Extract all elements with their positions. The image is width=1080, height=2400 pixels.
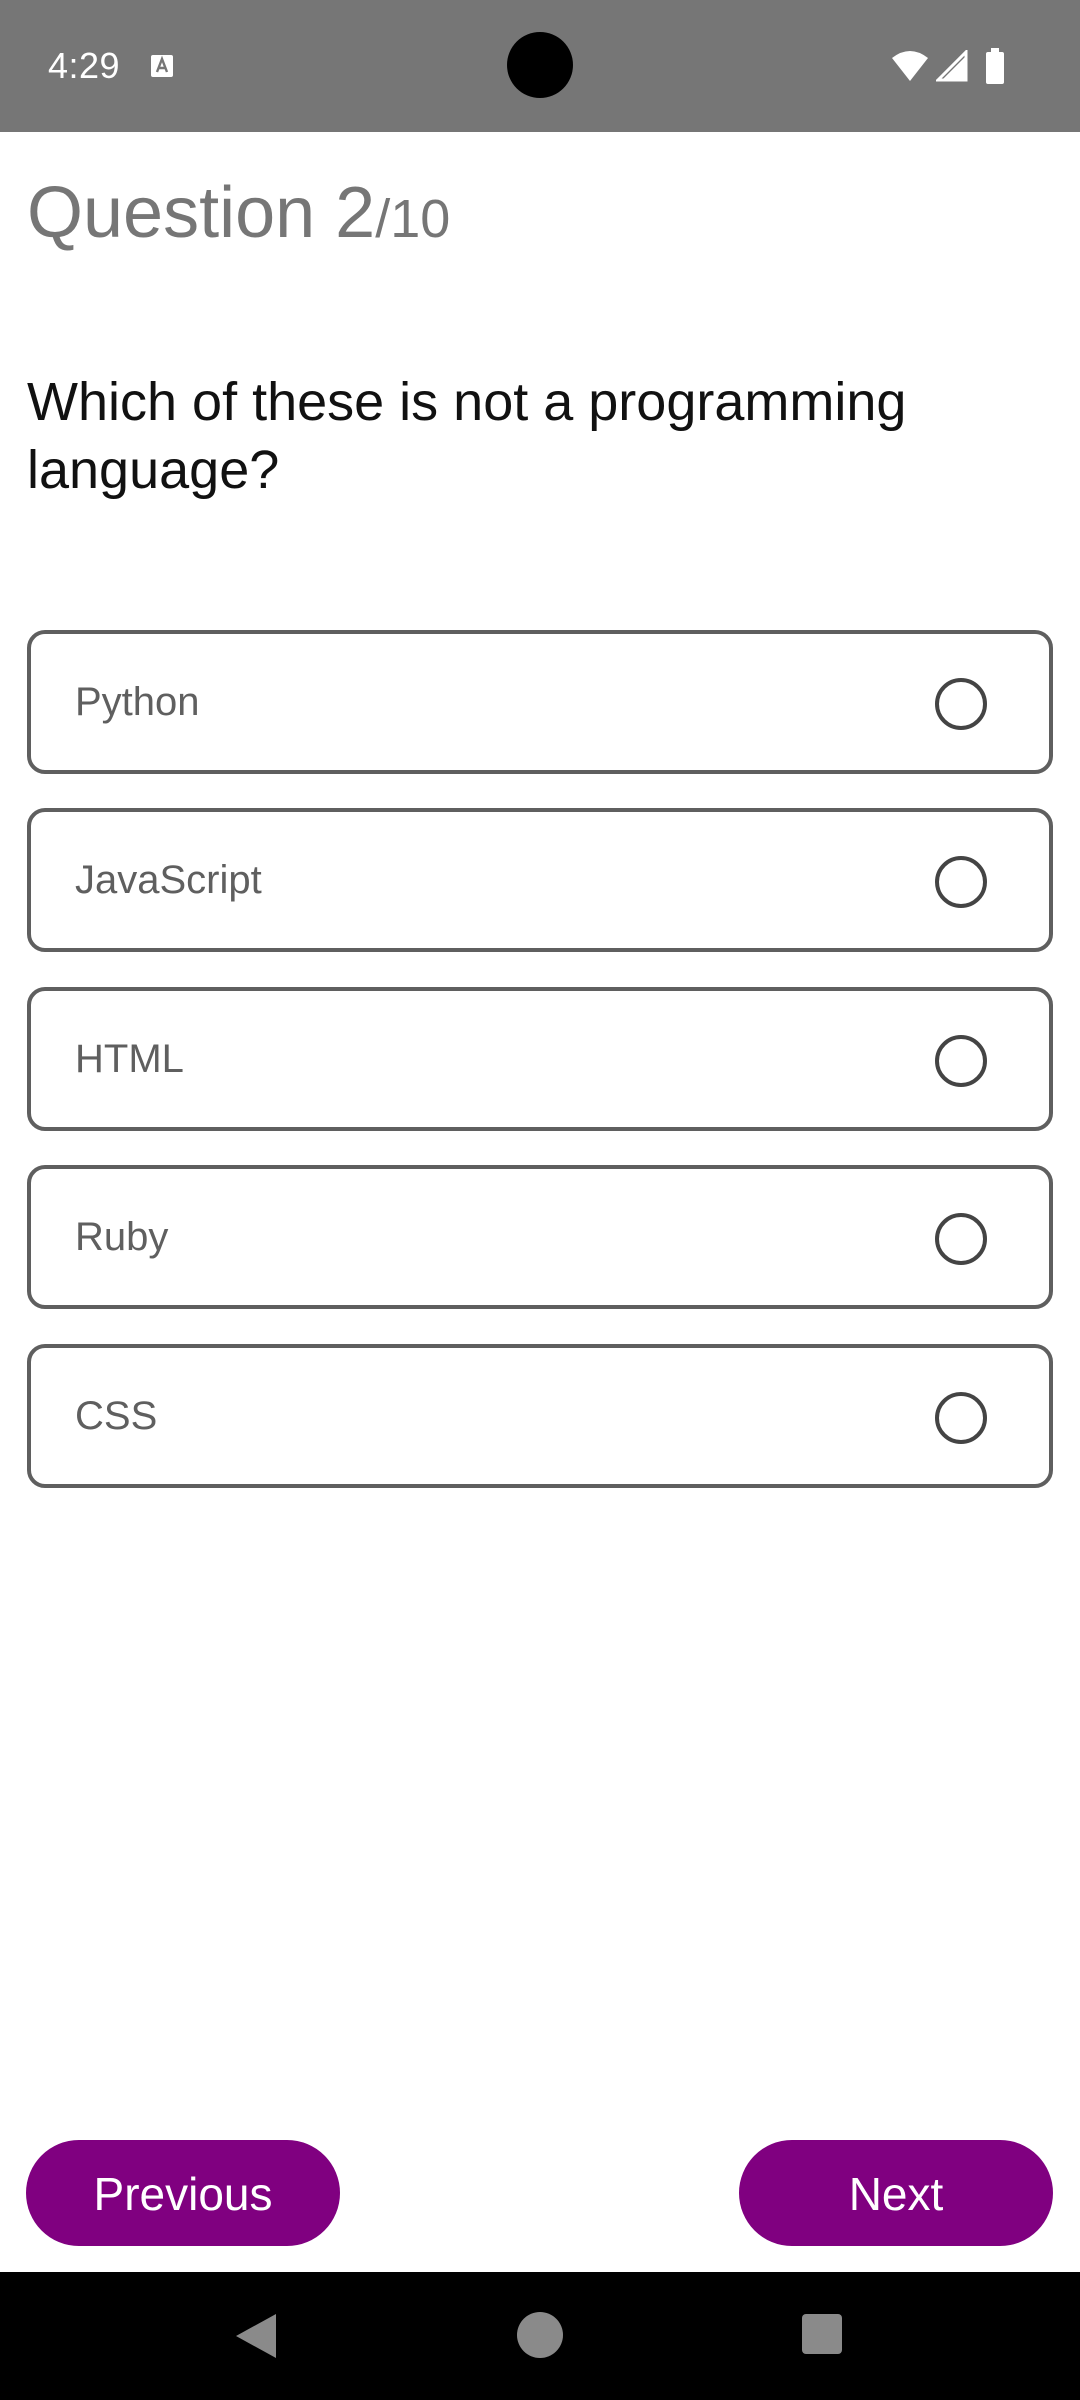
question-total: /10 (375, 189, 451, 249)
wifi-icon (892, 51, 928, 81)
text-notification-icon (151, 55, 173, 77)
question-number: Question 2 (27, 173, 376, 253)
next-button[interactable]: Next (739, 2140, 1053, 2246)
option-label: Python (75, 680, 200, 724)
option-html[interactable]: HTML (27, 987, 1053, 1131)
radio-button[interactable] (935, 678, 987, 730)
radio-button[interactable] (935, 1035, 987, 1087)
battery-icon (986, 48, 1004, 84)
option-label: JavaScript (75, 858, 262, 902)
recents-icon[interactable] (802, 2314, 842, 2354)
option-ruby[interactable]: Ruby (27, 1165, 1053, 1309)
previous-button[interactable]: Previous (26, 2140, 340, 2246)
status-bar: 4:29 (0, 0, 1080, 132)
radio-button[interactable] (935, 1213, 987, 1265)
question-text: Which of these is not a programming lang… (27, 372, 907, 500)
option-python[interactable]: Python (27, 630, 1053, 774)
status-time: 4:29 (48, 45, 121, 86)
option-css[interactable]: CSS (27, 1344, 1053, 1488)
option-label: Ruby (75, 1215, 169, 1259)
option-javascript[interactable]: JavaScript (27, 808, 1053, 952)
option-label: HTML (75, 1037, 184, 1081)
radio-button[interactable] (935, 1392, 987, 1444)
radio-button[interactable] (935, 856, 987, 908)
camera-cutout (507, 32, 573, 98)
home-icon[interactable] (517, 2312, 563, 2358)
navigation-bar (0, 2272, 1080, 2400)
option-label: CSS (75, 1394, 158, 1438)
question-counter: Question 2/10 (27, 168, 450, 264)
cell-signal-icon (936, 50, 968, 82)
back-icon[interactable] (232, 2312, 280, 2360)
